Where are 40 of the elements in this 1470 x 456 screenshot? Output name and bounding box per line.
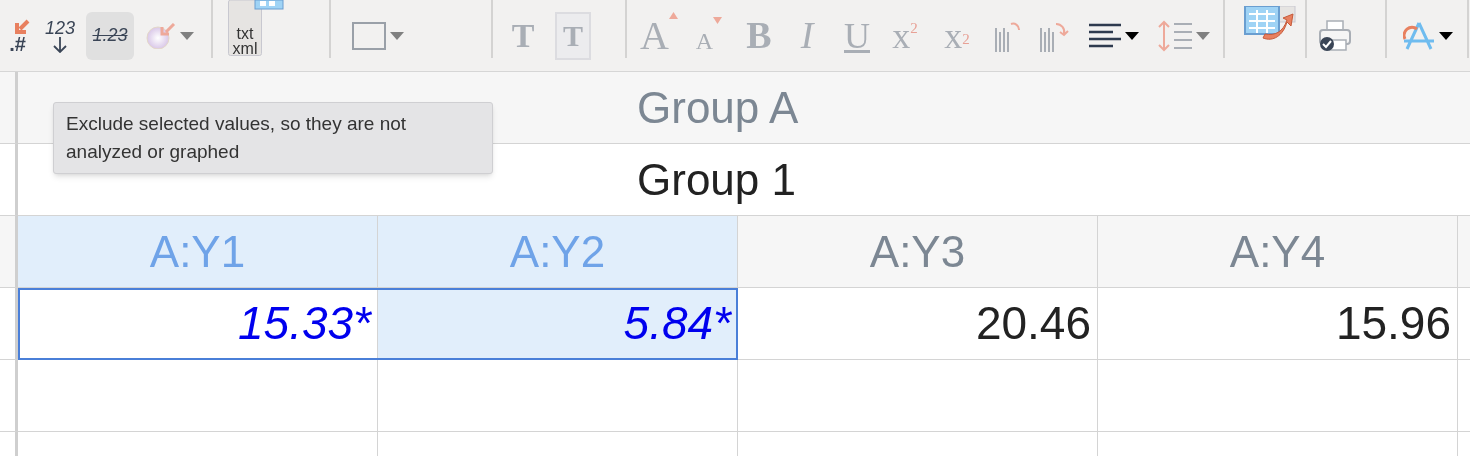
row-header[interactable] [0, 72, 18, 144]
column-header[interactable]: A:Y3 [738, 216, 1098, 288]
decimals-button[interactable]: 123 [36, 11, 84, 60]
column-header[interactable]: A:Y4 [1098, 216, 1458, 288]
row-header[interactable] [0, 144, 18, 216]
triangle-icon [668, 11, 678, 19]
table-cell[interactable] [378, 360, 738, 432]
caret-icon [1125, 31, 1139, 40]
column-header[interactable]: A:Y1 [18, 216, 378, 288]
table-cell[interactable] [738, 360, 1098, 432]
table-cell[interactable]: 20.46 [738, 288, 1098, 360]
row-header[interactable] [0, 216, 18, 288]
color-wheel-icon [146, 22, 176, 49]
table-icon [254, 0, 284, 10]
line-spacing-icon [1158, 19, 1192, 52]
table-cell[interactable]: 5.84* [378, 288, 738, 360]
caret-icon [1196, 31, 1210, 40]
caret-icon [390, 31, 404, 40]
style-icon [1403, 20, 1435, 51]
triangle-icon [713, 16, 723, 24]
arrow-icon [14, 18, 30, 35]
printer-icon [1318, 18, 1352, 53]
caret-icon [180, 31, 194, 40]
table-export-icon [1243, 6, 1299, 42]
table-cell[interactable]: 15.96 [1098, 288, 1458, 360]
tooltip: Exclude selected values, so they are not analyzed or graphed [53, 102, 493, 174]
square-icon [352, 21, 386, 50]
caret-icon [1439, 31, 1453, 40]
down-arrow-icon [53, 36, 67, 53]
exclude-button[interactable]: 1.23 [86, 11, 134, 60]
document-icon [228, 0, 262, 56]
import-button[interactable]: txt xml [228, 0, 286, 56]
column-header[interactable]: A:Y2 [378, 216, 738, 288]
row-header[interactable] [0, 360, 18, 432]
row-header[interactable] [0, 288, 18, 360]
number-format-button[interactable]: .# [0, 11, 30, 60]
table-cell[interactable] [1098, 360, 1458, 432]
column-header[interactable] [1458, 216, 1470, 288]
align-left-icon [1089, 21, 1121, 50]
table-cell[interactable] [18, 360, 378, 432]
